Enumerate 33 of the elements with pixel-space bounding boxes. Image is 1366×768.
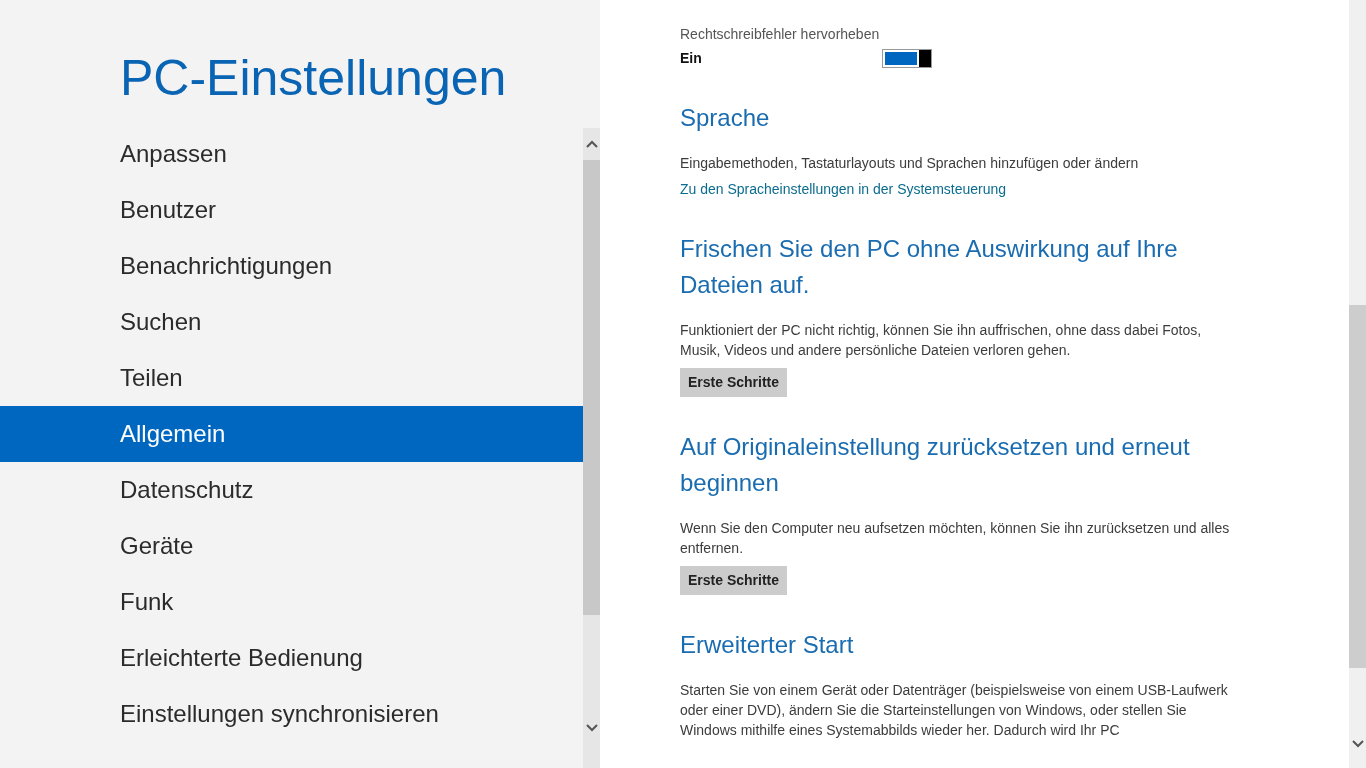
scrollbar[interactable] <box>583 128 600 768</box>
section-description: Wenn Sie den Computer neu aufsetzen möchten, können Sie ihn zurücksetzen und alles entfernen. <box>680 519 1230 558</box>
sidebar-item[interactable]: Allgemein <box>0 406 583 462</box>
section-description: Eingabemethoden, Tastaturlayouts und Sprachen hinzufügen oder ändern <box>680 154 1140 173</box>
toggle-switch[interactable] <box>882 48 932 68</box>
scrollbar-thumb[interactable] <box>583 160 600 615</box>
section-heading: Erweiterter Start <box>680 630 855 660</box>
setting-label: Rechtschreibfehler hervorheben <box>680 25 880 44</box>
sidebar-item[interactable]: Erleichterte Bedienung <box>0 630 583 686</box>
page-title: PC-Einstellungen <box>119 49 507 108</box>
sidebar-item[interactable]: Benutzer <box>0 182 583 238</box>
scrollbar[interactable] <box>1349 0 1366 768</box>
scroll-down-icon[interactable] <box>1351 740 1364 748</box>
settings-link[interactable]: Zu den Spracheinstellungen in der Systemsteuerung <box>680 179 1007 199</box>
section-description: Starten Sie von einem Gerät oder Datenträger (beispielsweise von einem USB-Laufwerk oder einer DVD), ändern Sie die Starteinstellungen von Windows, oder stellen Sie Windows mithilfe eines Systemabbilds wieder her. Dadurch wird Ihr PC <box>680 681 1229 740</box>
section-description: Funktioniert der PC nicht richtig, können Sie ihn auffrischen, ohne dass dabei Fotos, Musik, Videos und andere persönliche Dateien verloren gehen. <box>680 321 1203 360</box>
scrollbar-thumb[interactable] <box>1349 305 1366 668</box>
sidebar-item[interactable]: Teilen <box>0 350 583 406</box>
toggle-state: Ein <box>680 48 703 68</box>
section-heading: Frischen Sie den PC ohne Auswirkung auf Ihre Dateien auf. <box>680 234 1179 300</box>
sidebar-item[interactable]: Anpassen <box>0 126 583 182</box>
scroll-up-icon[interactable] <box>585 140 598 148</box>
sidebar-item[interactable]: Datenschutz <box>0 462 583 518</box>
sidebar-item[interactable]: Geräte <box>0 518 583 574</box>
start-button[interactable]: Erste Schritte <box>680 368 788 397</box>
sidebar-item[interactable]: Suchen <box>0 294 583 350</box>
sidebar-item[interactable]: Benachrichtigungen <box>0 238 583 294</box>
scroll-down-icon[interactable] <box>585 724 598 732</box>
section-heading: Auf Originaleinstellung zurücksetzen und erneut beginnen <box>680 432 1191 498</box>
section-heading: Sprache <box>680 103 771 133</box>
sidebar-item[interactable]: Funk <box>0 574 583 630</box>
start-button[interactable]: Erste Schritte <box>680 566 788 595</box>
sidebar-item[interactable]: Einstellungen synchronisieren <box>0 686 583 742</box>
